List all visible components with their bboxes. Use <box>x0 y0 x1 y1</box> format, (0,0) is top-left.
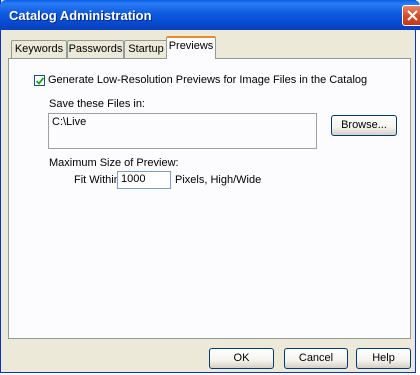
fit-within-label: Fit Within: <box>74 174 123 186</box>
units-label: Pixels, High/Wide <box>175 174 262 186</box>
max-size-label: Maximum Size of Preview: <box>49 157 179 169</box>
save-location-label: Save these Files in: <box>49 98 145 110</box>
title-bar[interactable]: Catalog Administration <box>0 0 420 30</box>
tab-startup[interactable]: Startup <box>124 40 168 58</box>
fit-within-input[interactable]: 1000 <box>117 171 171 189</box>
close-button[interactable] <box>402 5 420 26</box>
ok-button[interactable]: OK <box>209 348 274 369</box>
generate-previews-checkbox[interactable] <box>34 75 45 86</box>
tab-keywords[interactable]: Keywords <box>11 40 67 58</box>
browse-button[interactable]: Browse... <box>331 115 397 136</box>
generate-previews-label[interactable]: Generate Low-Resolution Previews for Ima… <box>48 74 367 86</box>
cancel-button[interactable]: Cancel <box>284 348 348 369</box>
save-path-field: C:\Live <box>48 113 317 149</box>
checkmark-icon <box>36 77 44 85</box>
window-title: Catalog Administration <box>9 8 152 23</box>
close-icon <box>407 10 418 21</box>
help-button[interactable]: Help <box>356 348 411 369</box>
tab-passwords[interactable]: Passwords <box>67 40 124 58</box>
tab-previews[interactable]: Previews <box>166 36 216 59</box>
